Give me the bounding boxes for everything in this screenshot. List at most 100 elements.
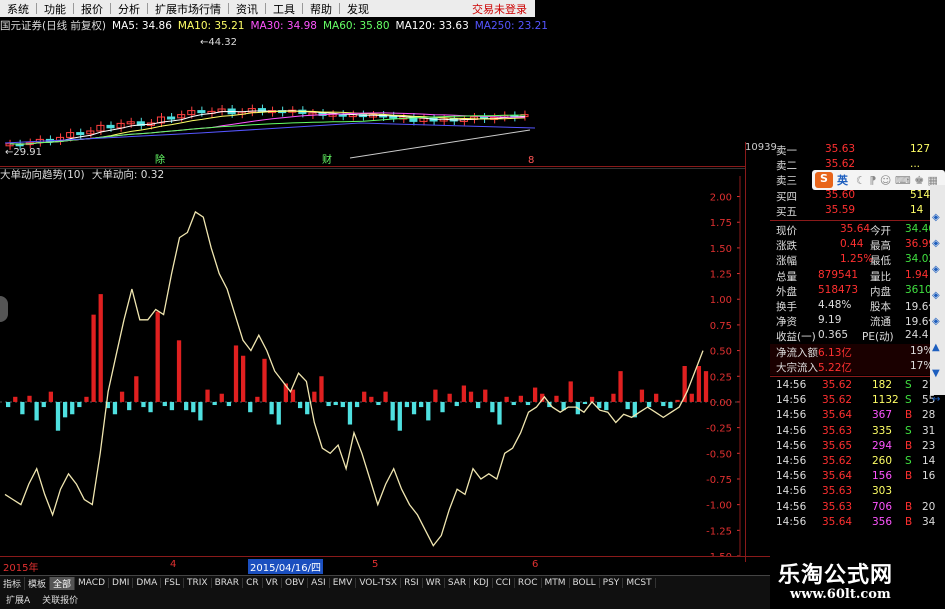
tick-row: 14:56 35.64 156 B 16 (770, 469, 945, 485)
stat-value: 879541 (818, 268, 859, 281)
indicator-bar (461, 385, 467, 402)
stat-value: 35.64 (840, 223, 871, 235)
tick-time: 14:56 (776, 515, 807, 528)
stat-label: 涨跌 (776, 240, 797, 253)
axis-label: 0.50 (710, 347, 732, 358)
indicator-tab-KDJ[interactable]: KDJ (470, 578, 493, 588)
indicator-tab-MTM[interactable]: MTM (542, 578, 570, 588)
order-price: 35.62 (825, 158, 856, 171)
indicator-bar (347, 401, 353, 425)
tick-price: 35.64 (822, 409, 853, 422)
scroll-left-handle[interactable] (0, 296, 8, 322)
stat-row: 大宗流入 5.22亿 17% (770, 358, 945, 375)
indicator-bar (219, 393, 224, 402)
indicator-tab-ROC[interactable]: ROC (515, 578, 542, 588)
menu-item-5[interactable]: 资讯 (229, 1, 265, 17)
indicator-bar (618, 371, 623, 402)
indicator-bar (518, 395, 523, 402)
indicator-tab-DMI[interactable]: DMI (109, 578, 134, 588)
menu-item-2[interactable]: 报价 (74, 1, 110, 17)
panel-vline (745, 142, 746, 562)
menu-item-4[interactable]: 扩展市场行情 (148, 1, 228, 17)
indicator-bar (84, 396, 89, 402)
bottom-tab[interactable]: 关联报价 (36, 593, 84, 606)
indicator-tab-RSI[interactable]: RSI (401, 578, 423, 588)
axis-label: -0.75 (706, 475, 732, 486)
indicator-tab-CR[interactable]: CR (243, 578, 263, 588)
candle-marker: 除 (155, 153, 165, 166)
indicator-bar (703, 371, 709, 402)
ime-lang[interactable]: 英 (837, 172, 848, 188)
indicator-tab-TRIX[interactable]: TRIX (184, 578, 212, 588)
bottom-tab[interactable]: 扩展A (0, 593, 36, 606)
menu-item-0[interactable]: 系统 (0, 1, 36, 17)
order-label: 买五 (776, 205, 797, 218)
tick-volume: 260 (872, 455, 893, 467)
order-price: 35.60 (825, 188, 856, 201)
tick-time: 14:56 (776, 424, 807, 437)
indicator-bar (212, 401, 217, 406)
stat-label: 大宗流入 (776, 361, 818, 374)
stat-label-2: 流通 (870, 316, 891, 329)
candle-body (76, 132, 85, 136)
order-volume: 14 (910, 203, 924, 216)
stat-value: 0.365 (818, 329, 849, 342)
indicator-bar (269, 401, 274, 415)
ma250-line (4, 122, 535, 144)
menu-item-3[interactable]: 分析 (111, 1, 147, 17)
indicator-tab-CCI[interactable]: CCI (493, 578, 515, 588)
indicator-tab-MCST[interactable]: MCST (623, 578, 656, 588)
indicator-bar (13, 396, 18, 402)
sidebar-icons[interactable]: ◈ ◈ ◈ ◈ ◈ ▲ ▼ ↔ (932, 205, 940, 413)
stat-label-2: 最低 (870, 255, 891, 268)
menu-item-1[interactable]: 功能 (37, 1, 73, 17)
ime-tools-icon[interactable]: ☾ ⁋ ☺ ⌨ ♚ ▦ (856, 174, 938, 187)
indicator-tab-模板[interactable]: 模板 (25, 576, 51, 590)
menu-item-8[interactable]: 发现 (340, 1, 376, 17)
indicator-bar (127, 401, 132, 411)
indicator-tab-PSY[interactable]: PSY (600, 578, 624, 588)
indicator-chart: 2.00 1.75 1.50 1.25 1.00 0.75 0.50 0.25 0.00 -0.2… (0, 176, 741, 556)
indicator-tab-VR[interactable]: VR (263, 578, 283, 588)
tick-time: 14:56 (776, 409, 807, 422)
indicator-bar (476, 401, 481, 409)
indicator-bar (504, 396, 509, 402)
trade-status[interactable]: 交易未登录 (472, 1, 535, 17)
tick-time: 14:56 (776, 470, 807, 483)
indicator-tab-FSL[interactable]: FSL (161, 578, 184, 588)
indicator-bar (326, 401, 331, 407)
menu-item-6[interactable]: 工具 (266, 1, 302, 17)
tick-volume: 356 (872, 515, 893, 528)
indicator-bar (91, 314, 96, 402)
indicator-bar (119, 391, 125, 402)
indicator-tab-VOL-TSX[interactable]: VOL-TSX (356, 578, 402, 588)
indicator-tab-EMV[interactable]: EMV (330, 578, 357, 588)
indicator-tab-BRAR[interactable]: BRAR (212, 578, 244, 588)
indicator-tab-WR[interactable]: WR (423, 578, 445, 588)
tick-time: 14:56 (776, 485, 807, 498)
indicator-bar (532, 387, 538, 402)
candlestick-chart: ←44.32 ←29.91 除 财 8 (4, 37, 535, 166)
indicator-tab-SAR[interactable]: SAR (445, 578, 471, 588)
indicator-tab-全部[interactable]: 全部 (50, 576, 76, 590)
ime-toolbar[interactable]: S 英 ☾ ⁋ ☺ ⌨ ♚ ▦ (812, 170, 945, 190)
indicator-tab-ASI[interactable]: ASI (308, 578, 330, 588)
indicator-tab-OBV[interactable]: OBV (282, 578, 309, 588)
indicator-tab-指标[interactable]: 指标 (0, 576, 26, 590)
tick-volume: 335 (872, 424, 893, 437)
tick-row: 14:56 35.64 367 B 28 (770, 408, 945, 424)
stat-row: 收益(一) 0.365 PE(动) 24.4 (770, 328, 945, 344)
tick-price: 35.63 (822, 500, 853, 513)
indicator-bar (362, 391, 367, 402)
stat-value: 5.22亿 (818, 361, 852, 374)
axis-label: 0.00 (710, 398, 732, 409)
indicator-tab-BOLL[interactable]: BOLL (570, 578, 600, 588)
stat-label-2: 股本 (870, 301, 891, 313)
tick-direction: S (905, 424, 912, 437)
ma-value: MA250: 23.21 (474, 20, 548, 32)
indicator-bar (661, 401, 666, 407)
indicator-tab-DMA[interactable]: DMA (133, 578, 162, 588)
indicator-tab-MACD[interactable]: MACD (75, 578, 110, 588)
menu-item-7[interactable]: 帮助 (303, 1, 339, 17)
indicator-bar (447, 393, 452, 402)
